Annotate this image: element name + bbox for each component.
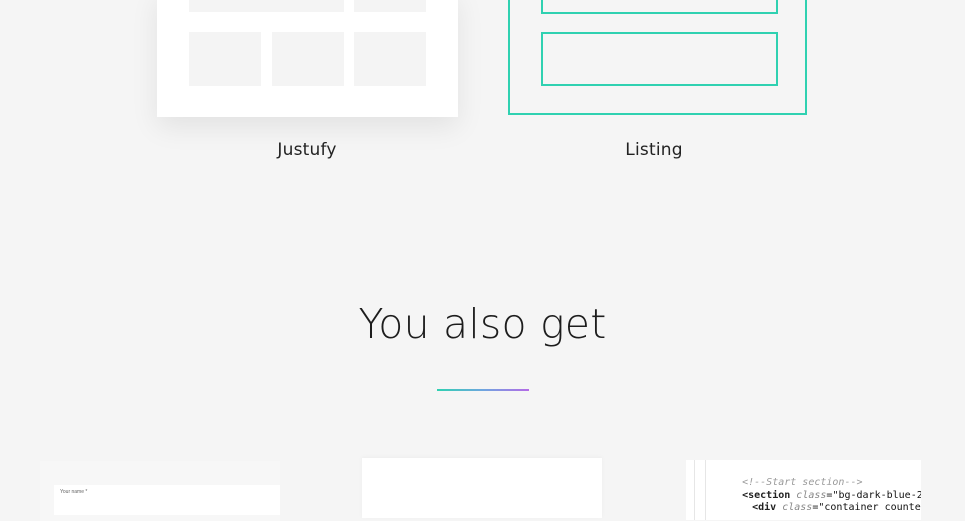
- preview-card-code[interactable]: <!--Start section--> <section class="bg-…: [686, 460, 921, 520]
- layout-card-listing[interactable]: [508, 0, 807, 115]
- justify-block: [354, 32, 426, 86]
- justify-block: [354, 0, 426, 12]
- layout-card-justify[interactable]: [157, 0, 458, 117]
- justify-block: [189, 0, 344, 12]
- preview-card-form[interactable]: Your name *: [40, 461, 280, 521]
- listing-row: [541, 0, 778, 14]
- layout-label-justify: Justufy: [277, 140, 337, 160]
- justify-block: [189, 32, 261, 86]
- section-heading: You also get: [358, 300, 607, 348]
- code-gutter-line: [694, 460, 695, 520]
- code-attr: class: [782, 501, 813, 513]
- form-field: [54, 485, 280, 515]
- listing-row: [541, 32, 778, 86]
- layout-label-listing: Listing: [625, 140, 683, 160]
- preview-card-blank[interactable]: [362, 458, 602, 518]
- code-string: "container counter-pa: [818, 501, 921, 513]
- code-line: <div class="container counter-pa: [728, 489, 921, 520]
- heading-underline: [437, 389, 529, 391]
- code-tag: <div: [752, 501, 777, 513]
- form-field-label: Your name *: [60, 489, 88, 495]
- justify-block: [272, 32, 344, 86]
- code-gutter-line: [705, 460, 706, 520]
